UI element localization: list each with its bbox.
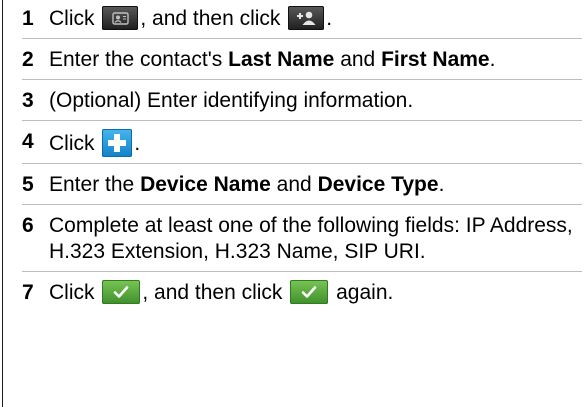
step-number: 4 (22, 130, 34, 153)
step-text: . (438, 173, 445, 196)
step-text: . (489, 48, 496, 71)
procedure-steps: 1 Click , and then click . 2 Enter the c… (22, 6, 582, 306)
step-6: 6 Complete at least one of the following… (22, 204, 582, 265)
step-text: . (134, 132, 141, 155)
step-number: 5 (22, 173, 34, 196)
step-number: 2 (22, 48, 34, 71)
step-text: Click (49, 281, 95, 304)
left-margin-rule (2, 0, 3, 407)
step-2: 2 Enter the contact's Last Name and Firs… (22, 38, 582, 73)
save-checkmark-icon[interactable] (102, 280, 141, 304)
step-text: Click (49, 7, 95, 30)
step-text: and (276, 173, 312, 196)
field-device-name: Device Name (140, 173, 271, 196)
step-text: Enter the (49, 173, 135, 196)
field-last-name: Last Name (228, 48, 335, 71)
step-5: 5 Enter the Device Name and Device Type. (22, 163, 582, 198)
step-7: 7 Click , and then click again. (22, 271, 582, 306)
step-3: 3 (Optional) Enter identifying informati… (22, 79, 582, 114)
step-text: and (340, 48, 376, 71)
save-checkmark-icon[interactable] (290, 280, 329, 304)
add-plus-icon[interactable] (102, 129, 133, 157)
step-text: Click (49, 132, 95, 155)
step-text: . (326, 7, 333, 30)
step-number: 1 (22, 7, 34, 30)
step-1: 1 Click , and then click . (22, 6, 582, 32)
contacts-icon[interactable] (102, 6, 139, 30)
step-text: , and then click (140, 7, 281, 30)
step-text: again. (336, 281, 394, 304)
step-number: 3 (22, 89, 34, 112)
field-device-type: Device Type (317, 173, 439, 196)
step-text: Complete at least one of the following f… (49, 214, 573, 263)
field-first-name: First Name (381, 48, 490, 71)
step-text: , and then click (142, 281, 283, 304)
step-number: 7 (22, 281, 34, 304)
add-contact-icon[interactable] (288, 6, 325, 30)
step-4: 4 Click . (22, 120, 582, 157)
step-number: 6 (22, 214, 34, 237)
step-text: (Optional) Enter identifying information… (49, 89, 414, 112)
step-text: Enter the contact's (49, 48, 223, 71)
